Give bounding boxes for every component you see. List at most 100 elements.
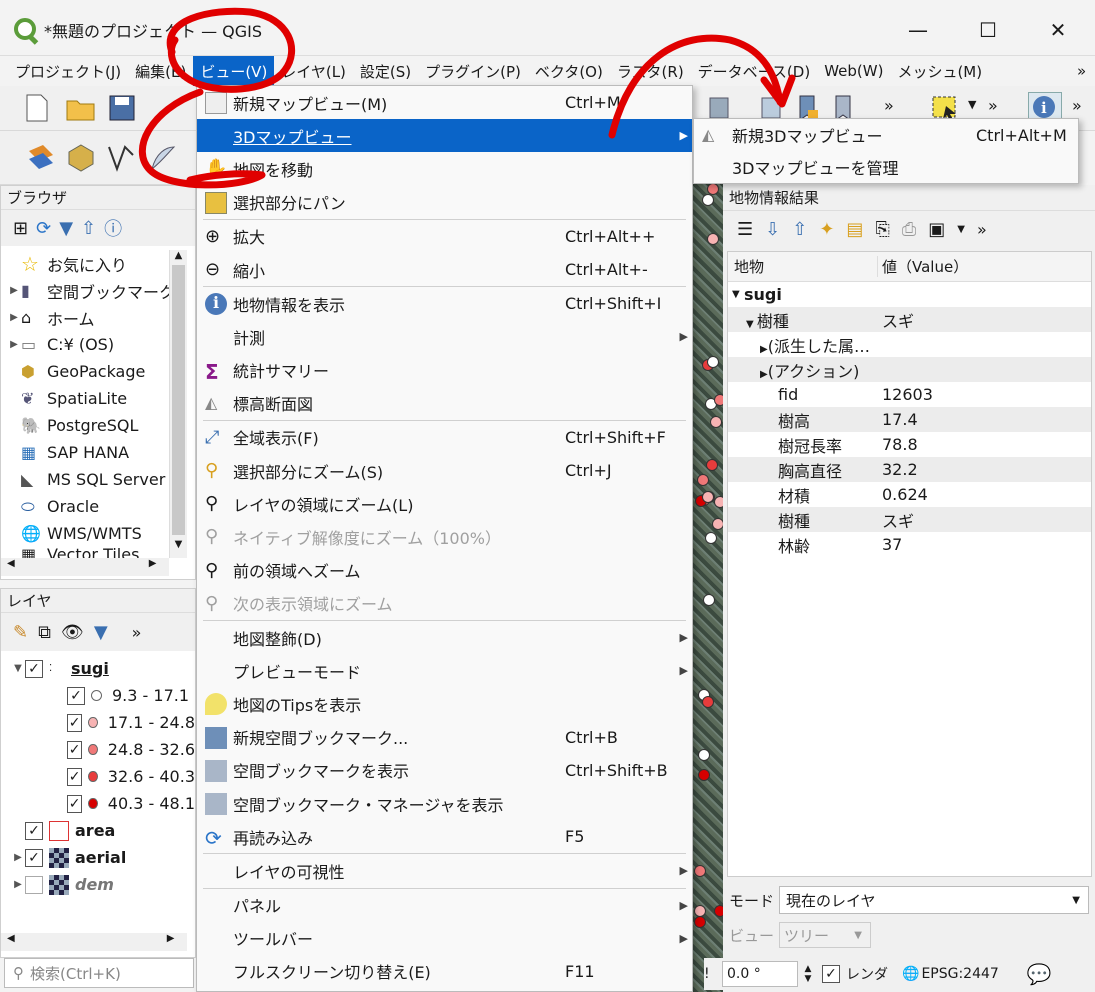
more-icon[interactable]: » [977, 220, 987, 239]
expand-tree-icon[interactable]: ☰ [737, 219, 753, 240]
add-group-icon[interactable]: ⧉ [38, 622, 51, 643]
attribute-row[interactable]: 樹冠長率 78.8 [728, 432, 1091, 457]
close-button[interactable]: ✕ [1036, 12, 1080, 48]
visibility-icon[interactable]: 👁 [61, 622, 84, 643]
identify-layer-row[interactable]: ▼ sugi [728, 282, 1091, 307]
filter-icon[interactable]: ▼ [94, 622, 108, 643]
layer-row-sugi[interactable]: ▼ ✓ ⁚ sugi [11, 655, 195, 682]
browser-hscrollbar[interactable]: ◀ ▶ [1, 558, 169, 576]
toolbar-more-button[interactable]: » [1072, 96, 1082, 115]
class-checkbox[interactable]: ✓ [67, 767, 83, 786]
layer-checkbox[interactable]: ✓ [25, 659, 43, 678]
layer-checkbox[interactable]: ✓ [25, 821, 43, 840]
messages-icon[interactable]: 💬 [1027, 962, 1052, 986]
column-header-feature[interactable]: 地物 [728, 256, 878, 277]
menu-item-panels[interactable]: パネル ▶ [197, 889, 692, 922]
class-checkbox[interactable]: ✓ [67, 740, 83, 759]
copy-icon[interactable]: ⎘ [875, 219, 889, 240]
menu-web[interactable]: Web(W) [817, 56, 890, 86]
toolbar-more-button[interactable]: » [884, 96, 894, 115]
browser-scrollbar[interactable]: ▲ ▼ [169, 250, 187, 558]
mode-select[interactable]: 現在のレイヤ ▼ [779, 886, 1089, 914]
menu-layer[interactable]: レイヤ(L) [274, 56, 353, 86]
browser-item-home[interactable]: ▶ ⌂ ホーム [7, 304, 181, 331]
rotation-input[interactable]: 0.0 ° [722, 961, 798, 987]
print-icon[interactable]: ⎙ [902, 219, 916, 240]
menu-item-identify[interactable]: i 地物情報を表示 Ctrl+Shift+I [197, 287, 692, 320]
browser-item-drive[interactable]: ▶ ▭ C:¥ (OS) [7, 331, 181, 358]
layer-row-dem[interactable]: ▶ dem [11, 871, 195, 898]
browser-item-oracle[interactable]: ⬭ Oracle [7, 493, 181, 520]
identify-select-icon[interactable]: ▣ [928, 219, 945, 240]
menu-item-zoom-native[interactable]: ⚲ ネイティブ解像度にズーム（100%） [197, 520, 692, 553]
browser-item-mssql[interactable]: ◣ MS SQL Server [7, 466, 181, 493]
menu-item-map-tips[interactable]: 地図のTipsを表示 [197, 687, 692, 720]
map-canvas[interactable] [693, 118, 723, 992]
attribute-row[interactable]: 材積 0.624 [728, 482, 1091, 507]
legend-class-5[interactable]: ✓ 40.3 - 48.1 [11, 790, 195, 817]
attribute-row[interactable]: 林齢 37 [728, 532, 1091, 557]
legend-class-4[interactable]: ✓ 32.6 - 40.3 [11, 763, 195, 790]
menu-item-toolbars[interactable]: ツールバー ▶ [197, 922, 692, 955]
menu-item-zoom-next[interactable]: ⚲ 次の表示領域にズーム [197, 587, 692, 620]
menu-item-fullscreen[interactable]: フルスクリーン切り替え(E) F11 [197, 955, 692, 988]
open-project-icon[interactable] [66, 95, 96, 125]
identify-feature-row[interactable]: ▼ 樹種 スギ [728, 307, 1091, 332]
data-source-manager-icon[interactable] [26, 143, 56, 177]
crs-globe-icon[interactable]: 🌐 [902, 966, 919, 982]
info-icon[interactable]: ⓘ [104, 215, 122, 241]
menu-mesh[interactable]: メッシュ(M) [890, 56, 989, 86]
new-geopackage-icon[interactable] [66, 143, 96, 177]
browser-item-spatialite[interactable]: ❦ SpatiaLite [7, 385, 181, 412]
filter-icon[interactable]: ▼ [59, 218, 73, 239]
menu-item-decorations[interactable]: 地図整飾(D) ▶ [197, 621, 692, 654]
clear-results-icon[interactable]: ▤ [846, 219, 863, 240]
menu-view[interactable]: ビュー(V) [193, 56, 275, 86]
collapse-icon[interactable]: ⇧ [81, 218, 96, 239]
toolbar-more-button[interactable]: » [988, 96, 998, 115]
new-spatialite-icon[interactable] [148, 143, 178, 177]
legend-class-3[interactable]: ✓ 24.8 - 32.6 [11, 736, 195, 763]
expand-new-icon[interactable]: ✦ [819, 219, 834, 240]
class-checkbox[interactable]: ✓ [67, 713, 83, 732]
identify-actions-row[interactable]: ▶(アクション) [728, 357, 1091, 382]
menu-settings[interactable]: 設定(S) [353, 56, 418, 86]
menu-item-zoom-layer[interactable]: ⚲ レイヤの領域にズーム(L) [197, 487, 692, 520]
menu-item-bookmark-manager[interactable]: 空間ブックマーク・マネージャを表示 [197, 787, 692, 820]
menu-item-statistics[interactable]: Σ 統計サマリー [197, 354, 692, 387]
legend-class-2[interactable]: ✓ 17.1 - 24.8 [11, 709, 195, 736]
menu-item-zoom-out[interactable]: ⊖ 縮小 Ctrl+Alt+- [197, 253, 692, 286]
menu-item-layer-visibility[interactable]: レイヤの可視性 ▶ [197, 854, 692, 887]
more-icon[interactable]: » [132, 623, 142, 642]
expand-all-icon[interactable]: ⇩ [765, 219, 780, 240]
browser-item-bookmarks[interactable]: ▶ ▮ 空間ブックマーク [7, 277, 181, 304]
class-checkbox[interactable]: ✓ [67, 686, 85, 705]
layer-checkbox[interactable]: ✓ [25, 848, 43, 867]
locator-search-input[interactable]: ⚲ 検索(Ctrl+K) [4, 958, 194, 988]
menu-item-new-3d-map-view[interactable]: ◭ 新規3Dマップビュー Ctrl+Alt+M [694, 119, 1078, 151]
menu-database[interactable]: データベース(D) [691, 56, 818, 86]
save-project-icon[interactable] [108, 94, 136, 126]
new-shapefile-icon[interactable] [106, 143, 138, 177]
menu-item-3d-map-view[interactable]: 3Dマップビュー ▶ [197, 119, 692, 153]
collapse-all-icon[interactable]: ⇧ [792, 219, 807, 240]
menu-item-new-map-view[interactable]: 新規マップビュー(M) Ctrl+M [197, 86, 692, 119]
browser-item-postgresql[interactable]: 🐘 PostgreSQL [7, 412, 181, 439]
browser-item-wms[interactable]: 🌐 WMS/WMTS [7, 520, 181, 547]
browser-item-favorites[interactable]: ☆ お気に入り [7, 250, 181, 277]
menu-item-zoom-last[interactable]: ⚲ 前の領域へズーム [197, 554, 692, 587]
menu-item-show-bookmarks[interactable]: 空間ブックマークを表示 Ctrl+Shift+B [197, 754, 692, 787]
menu-vector[interactable]: ベクタ(O) [528, 56, 610, 86]
minimize-button[interactable]: — [896, 12, 940, 48]
menu-project[interactable]: プロジェクト(J) [8, 56, 128, 86]
view-select[interactable]: ツリー ▼ [779, 922, 871, 948]
attribute-row[interactable]: 樹種 スギ [728, 507, 1091, 532]
menu-item-zoom-in[interactable]: ⊕ 拡大 Ctrl+Alt++ [197, 220, 692, 253]
rotation-stepper[interactable]: ▲ ▼ [798, 964, 818, 984]
style-manager-icon[interactable]: ✎ [13, 622, 28, 643]
menubar-more-button[interactable]: » [1070, 56, 1093, 86]
menu-item-manage-3d-views[interactable]: 3Dマップビューを管理 [694, 151, 1078, 183]
crs-label[interactable]: EPSG:2447 [921, 966, 998, 982]
menu-item-elevation[interactable]: ◭ 標高断面図 [197, 387, 692, 420]
menu-plugins[interactable]: プラグイン(P) [418, 56, 528, 86]
